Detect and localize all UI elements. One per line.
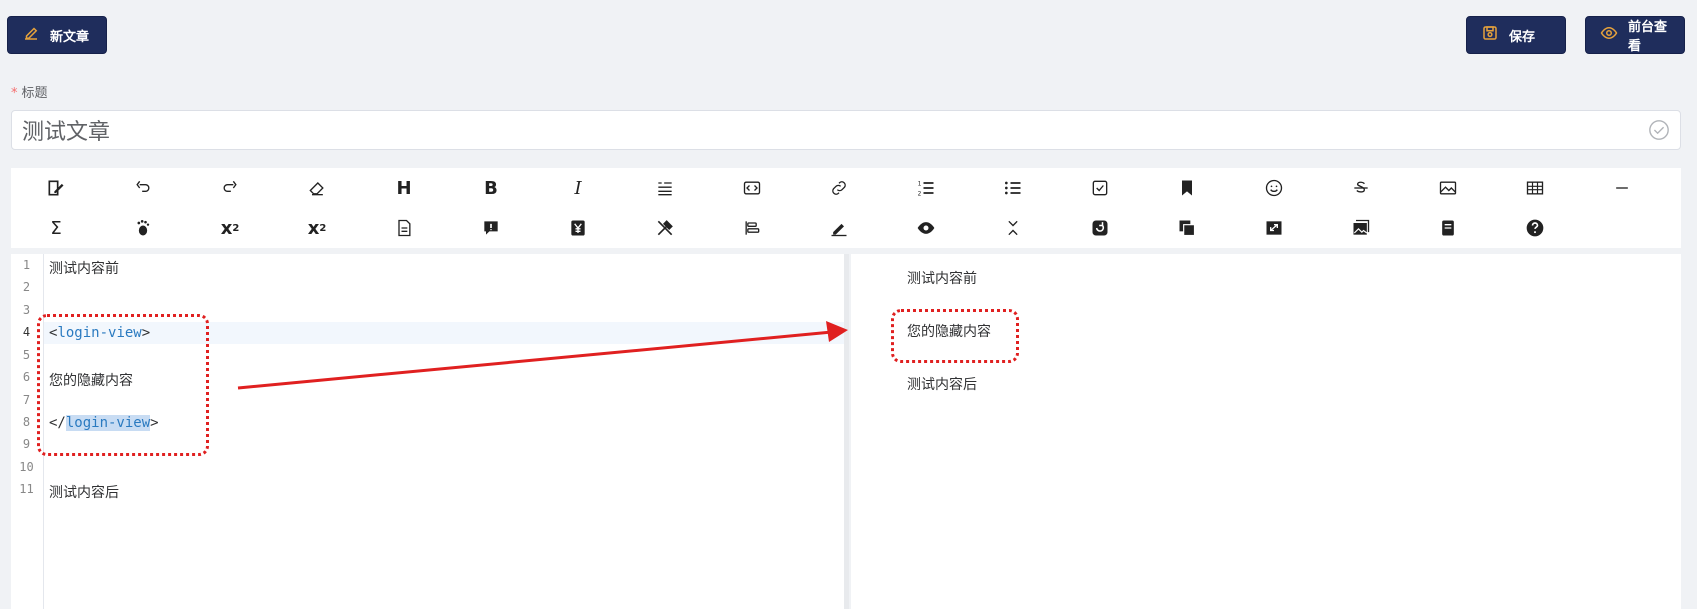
refresh-icon[interactable] <box>1084 212 1116 244</box>
file-icon[interactable] <box>388 212 420 244</box>
svg-text:1: 1 <box>918 182 922 188</box>
view-frontend-button[interactable]: 前台查看 <box>1585 16 1685 54</box>
eraser-icon[interactable] <box>301 172 333 204</box>
warning-icon[interactable] <box>475 212 507 244</box>
annotation-box-editor <box>37 314 209 456</box>
editor-toolbar: H B I 12 Σ x2 x2 <box>11 168 1681 248</box>
save-button[interactable]: 保存 <box>1466 16 1566 54</box>
formula-icon[interactable]: Σ <box>40 212 72 244</box>
footnote-icon[interactable] <box>127 212 159 244</box>
toolbar-row-1: H B I 12 <box>11 168 1681 208</box>
save-label: 保存 <box>1509 29 1536 45</box>
annotation-box-preview <box>891 309 1019 363</box>
tools-icon[interactable] <box>649 212 681 244</box>
editor-line[interactable]: 测试内容后 <box>49 482 119 502</box>
checklist-icon[interactable] <box>1084 172 1116 204</box>
title-input[interactable] <box>22 117 1648 143</box>
note-icon[interactable] <box>1432 212 1464 244</box>
code-icon[interactable] <box>736 172 768 204</box>
yen-icon[interactable] <box>562 212 594 244</box>
editor-line[interactable]: 测试内容前 <box>49 258 119 278</box>
preview-text-after: 测试内容后 <box>907 377 977 393</box>
image-icon[interactable] <box>1432 172 1464 204</box>
redo-icon[interactable] <box>214 172 246 204</box>
strikethrough-icon[interactable] <box>1345 172 1377 204</box>
help-icon[interactable] <box>1519 212 1551 244</box>
line-number: 2 <box>22 280 31 294</box>
emoji-icon[interactable] <box>1258 172 1290 204</box>
bookmark-icon[interactable] <box>1171 172 1203 204</box>
subscript-icon[interactable]: x2 <box>301 212 333 244</box>
save-icon <box>1481 24 1499 46</box>
pen-icon[interactable] <box>823 212 855 244</box>
line-number: 11 <box>19 482 34 496</box>
table-icon[interactable] <box>1519 172 1551 204</box>
split-scrollbar[interactable] <box>844 254 849 609</box>
italic-icon[interactable]: I <box>562 172 594 204</box>
title-label: * 标题 <box>11 82 48 101</box>
link-icon[interactable] <box>823 172 855 204</box>
eye-icon <box>1600 24 1618 46</box>
preview-text-before: 测试内容前 <box>907 271 977 287</box>
pencil-icon <box>22 24 40 46</box>
align-icon[interactable] <box>736 212 768 244</box>
header-icon[interactable]: H <box>388 172 420 204</box>
title-label-text: 标题 <box>21 86 48 101</box>
line-number: 1 <box>22 258 31 272</box>
gallery-icon[interactable] <box>1345 212 1377 244</box>
new-article-button[interactable]: 新文章 <box>7 16 107 54</box>
superscript-icon[interactable]: x2 <box>214 212 246 244</box>
title-field[interactable] <box>11 110 1681 150</box>
horizontal-rule-icon[interactable] <box>1606 172 1638 204</box>
fullscreen-icon[interactable] <box>1258 212 1290 244</box>
svg-text:2: 2 <box>918 192 922 198</box>
quote-icon[interactable] <box>649 172 681 204</box>
required-mark: * <box>11 86 18 101</box>
copy-icon[interactable] <box>1171 212 1203 244</box>
check-circle-icon <box>1648 119 1670 141</box>
fold-icon[interactable] <box>997 212 1029 244</box>
toolbar-row-2: Σ x2 x2 <box>11 208 1681 248</box>
line-number: 3 <box>22 303 31 317</box>
ordered-list-icon[interactable]: 12 <box>910 172 942 204</box>
new-article-label: 新文章 <box>50 29 90 45</box>
view-frontend-label: 前台查看 <box>1628 20 1668 54</box>
unordered-list-icon[interactable] <box>997 172 1029 204</box>
preview-pane: 测试内容前 您的隐藏内容 测试内容后 <box>851 254 1681 609</box>
line-number: 10 <box>19 460 34 474</box>
edit-mode-icon[interactable] <box>40 172 72 204</box>
bold-icon[interactable]: B <box>475 172 507 204</box>
undo-icon[interactable] <box>127 172 159 204</box>
preview-icon[interactable] <box>910 212 942 244</box>
